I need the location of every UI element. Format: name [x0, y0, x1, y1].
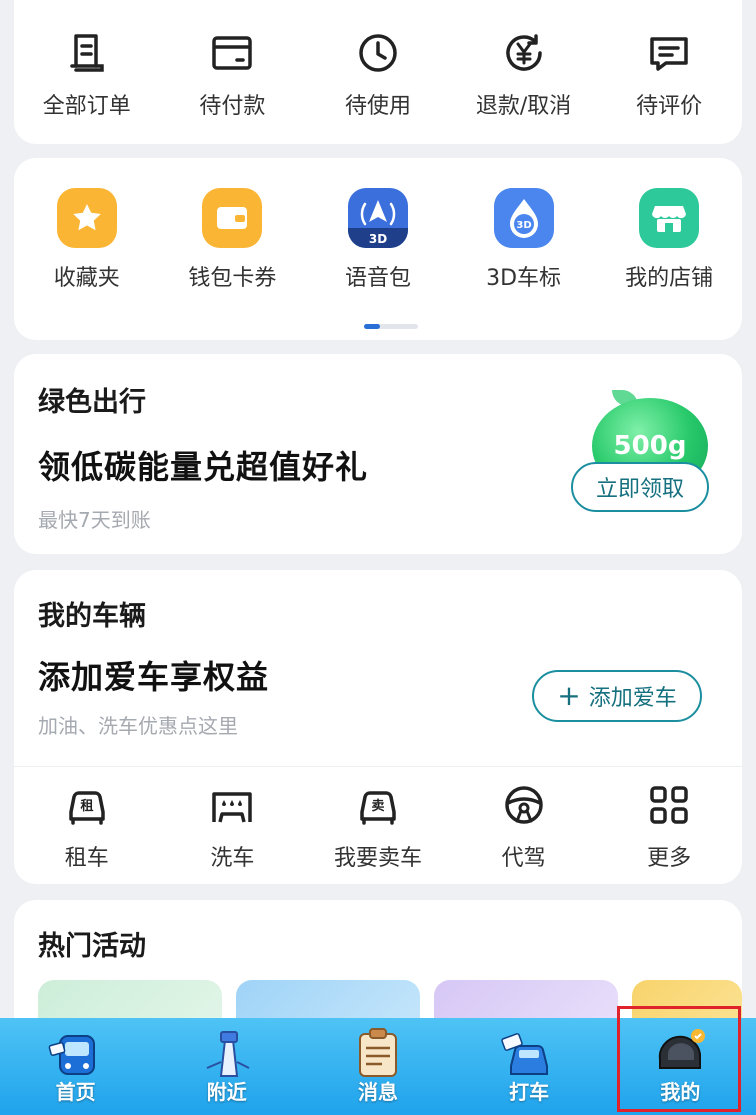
order-list-icon — [70, 34, 104, 72]
car-wash-icon — [212, 792, 253, 823]
orders-card: 全部订单 待付款 待使用 退款/取消 待评价 — [14, 0, 742, 144]
tab-home[interactable]: 首页 — [0, 1018, 151, 1115]
voice-pack-entry[interactable]: 3D 语音包 — [308, 188, 448, 292]
tab-messages-label: 消息 — [357, 1080, 398, 1104]
nearby-tower-icon — [206, 1031, 250, 1077]
order-refund-label: 退款/取消 — [475, 94, 572, 119]
order-unpaid-entry[interactable]: 待付款 — [162, 30, 302, 120]
bus-home-icon — [48, 1035, 95, 1075]
sell-car-entry[interactable]: 卖 我要卖车 — [308, 782, 448, 872]
designated-driver-entry[interactable]: 代驾 — [454, 782, 594, 872]
rent-car-badge: 租 — [80, 799, 93, 814]
favorites-label: 收藏夹 — [53, 266, 120, 291]
green-travel-headline: 领低碳能量兑超值好礼 — [38, 448, 369, 486]
clock-icon — [359, 34, 397, 72]
car-wash-entry[interactable]: 洗车 — [162, 782, 302, 872]
favorites-entry[interactable]: 收藏夹 — [17, 188, 157, 292]
wallet-icon — [202, 188, 263, 248]
voice-pack-icon: 3D — [347, 188, 408, 248]
steering-wheel-icon — [504, 786, 543, 824]
car-wash-label: 洗车 — [210, 846, 255, 871]
voice-pack-badge: 3D — [369, 232, 387, 246]
my-vehicle-sub: 加油、洗车优惠点这里 — [38, 714, 238, 738]
wallet-coupons-label: 钱包卡券 — [188, 266, 277, 291]
add-car-label: 添加爱车 — [588, 686, 677, 711]
order-review-entry[interactable]: 待评价 — [599, 30, 739, 120]
comment-icon — [650, 37, 688, 71]
sell-car-badge: 卖 — [371, 798, 384, 814]
tab-messages[interactable]: 消息 — [302, 1018, 453, 1115]
tools-card: 收藏夹 钱包卡券 3D 语音包 3D 3D车标 我的店铺 — [14, 158, 742, 340]
voice-pack-label: 语音包 — [344, 266, 411, 291]
tab-taxi-label: 打车 — [509, 1080, 550, 1104]
hot-activities-title: 热门活动 — [38, 931, 146, 962]
vehicle-divider — [14, 766, 742, 767]
order-to-use-label: 待使用 — [344, 94, 411, 119]
message-clipboard-icon — [358, 1028, 397, 1077]
sell-car-icon: 卖 — [360, 791, 396, 825]
carousel-pager — [364, 324, 418, 329]
more-services-label: 更多 — [647, 846, 692, 871]
green-travel-title: 绿色出行 — [38, 387, 146, 418]
designated-driver-label: 代驾 — [501, 846, 546, 871]
order-review-label: 待评价 — [636, 94, 703, 119]
order-all-label: 全部订单 — [42, 94, 131, 119]
tab-taxi[interactable]: 打车 — [454, 1018, 605, 1115]
order-unpaid-label: 待付款 — [199, 94, 266, 119]
tab-home-label: 首页 — [55, 1080, 96, 1104]
wallet-card-icon — [212, 36, 253, 70]
green-travel-sub: 最快7天到账 — [38, 508, 151, 532]
energy-amount: 500g — [613, 431, 687, 461]
add-car-button[interactable]: + 添加爱车 — [532, 670, 702, 722]
tab-nearby-label: 附近 — [206, 1080, 247, 1104]
my-shop-label: 我的店铺 — [625, 266, 714, 291]
shop-icon — [639, 188, 700, 248]
my-vehicle-title: 我的车辆 — [38, 601, 146, 632]
star-icon — [56, 188, 117, 248]
order-all-entry[interactable]: 全部订单 — [17, 30, 157, 120]
my-vehicle-headline: 添加爱车享权益 — [38, 658, 270, 696]
rent-car-label: 租车 — [64, 846, 109, 871]
order-refund-entry[interactable]: 退款/取消 — [454, 30, 594, 120]
tab-nearby[interactable]: 附近 — [151, 1018, 302, 1115]
rent-car-icon: 租 — [69, 791, 105, 825]
3d-car-logo-icon: 3D — [493, 188, 554, 248]
plus-icon: + — [557, 679, 581, 712]
my-vehicle-card: 我的车辆 添加爱车享权益 加油、洗车优惠点这里 + 添加爱车 租 租车 洗车 卖… — [14, 570, 742, 884]
order-to-use-entry[interactable]: 待使用 — [308, 30, 448, 120]
wallet-coupons-entry[interactable]: 钱包卡券 — [162, 188, 302, 292]
grid-more-icon — [650, 786, 688, 824]
tab-mine-highlight-box — [617, 1006, 741, 1112]
refund-yen-icon — [505, 34, 542, 71]
claim-now-button[interactable]: 立即领取 — [571, 462, 709, 512]
sell-car-label: 我要卖车 — [333, 846, 422, 871]
3d-car-logo-entry[interactable]: 3D 3D车标 — [454, 188, 594, 292]
taxi-icon — [501, 1033, 549, 1075]
3d-car-logo-badge: 3D — [516, 220, 531, 231]
my-shop-entry[interactable]: 我的店铺 — [599, 188, 739, 292]
rent-car-entry[interactable]: 租 租车 — [17, 782, 157, 872]
green-travel-card[interactable]: 绿色出行 领低碳能量兑超值好礼 最快7天到账 500g 立即领取 — [14, 354, 742, 554]
3d-car-logo-label: 3D车标 — [486, 266, 562, 291]
pager-active-dot — [364, 324, 380, 329]
more-services-entry[interactable]: 更多 — [599, 782, 739, 872]
